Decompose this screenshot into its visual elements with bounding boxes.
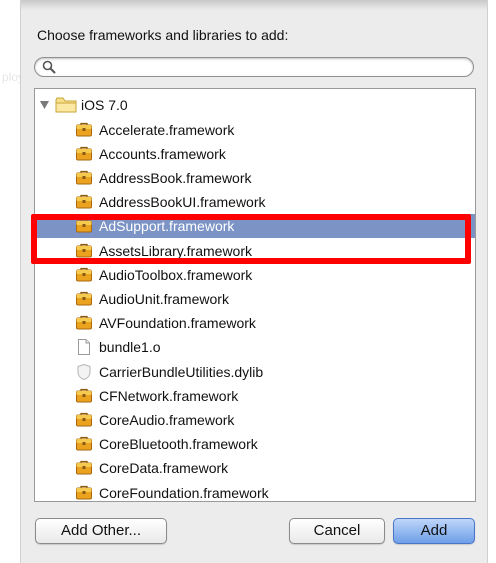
list-item[interactable]: CFNetwork.framework (35, 384, 475, 408)
list-item-label: Accelerate.framework (99, 121, 235, 138)
dylib-shield-icon (77, 363, 91, 380)
list-item[interactable]: AssetsLibrary.framework (35, 239, 475, 263)
list-item-label: AssetsLibrary.framework (99, 242, 253, 259)
framework-toolbox-icon (76, 485, 92, 499)
list-item[interactable]: AdSupport.framework (35, 214, 475, 239)
disclosure-triangle-icon[interactable] (40, 101, 49, 109)
list-item[interactable]: Accelerate.framework (35, 118, 475, 142)
cancel-button[interactable]: Cancel (289, 518, 385, 544)
list-item-label: Accounts.framework (99, 145, 226, 162)
list-item-label: CoreFoundation.framework (99, 484, 269, 501)
list-item-label: AVFoundation.framework (99, 315, 256, 332)
framework-toolbox-icon (76, 219, 92, 233)
list-item[interactable]: Accounts.framework (35, 142, 475, 166)
tree-group-ios[interactable]: iOS 7.0 (35, 93, 475, 117)
framework-toolbox-icon (76, 122, 92, 136)
framework-toolbox-icon (76, 461, 92, 475)
list-item[interactable]: CoreBluetooth.framework (35, 432, 475, 456)
dialog-prompt: Choose frameworks and libraries to add: (37, 27, 289, 43)
list-item[interactable]: CarrierBundleUtilities.dylib (35, 360, 475, 384)
add-other-button[interactable]: Add Other... (35, 518, 167, 544)
sheet-shadow (21, 0, 487, 10)
object-file-icon (78, 339, 90, 356)
search-field[interactable] (34, 57, 474, 77)
search-input[interactable] (59, 59, 463, 77)
framework-toolbox-icon (76, 412, 92, 427)
list-item[interactable]: AVFoundation.framework (35, 311, 475, 335)
list-item-label: AddressBook.framework (99, 169, 252, 186)
list-item[interactable]: AudioUnit.framework (35, 287, 475, 311)
list-item-label: CarrierBundleUtilities.dylib (99, 363, 264, 380)
framework-list[interactable]: iOS 7.0 Accelerate.framework Accounts.fra… (34, 88, 476, 502)
list-item[interactable]: CoreFoundation.framework (35, 481, 475, 502)
list-item[interactable]: bundle1.o (35, 335, 475, 359)
list-item[interactable]: AddressBookUI.framework (35, 190, 475, 214)
list-item[interactable]: AudioToolbox.framework (35, 263, 475, 287)
list-item-label: AddressBookUI.framework (99, 194, 266, 211)
framework-toolbox-icon (76, 388, 92, 403)
framework-toolbox-icon (76, 170, 92, 185)
framework-toolbox-icon (76, 436, 92, 451)
list-item-label: AudioToolbox.framework (99, 266, 253, 283)
list-item[interactable]: CoreAudio.framework (35, 408, 475, 432)
list-item[interactable]: CoreData.framework (35, 456, 475, 480)
framework-toolbox-icon (76, 243, 92, 257)
list-item-label: CoreBluetooth.framework (99, 436, 258, 453)
list-item-label: CoreAudio.framework (99, 411, 235, 428)
framework-toolbox-icon (76, 194, 92, 209)
framework-toolbox-icon (76, 315, 92, 330)
list-item-label: AudioUnit.framework (99, 290, 229, 307)
framework-toolbox-icon (76, 267, 92, 282)
magnifier-icon (42, 60, 56, 74)
add-button[interactable]: Add (393, 518, 475, 544)
list-item-label: CFNetwork.framework (99, 387, 239, 404)
list-item-label: CoreData.framework (99, 460, 229, 477)
framework-toolbox-icon (76, 291, 92, 306)
folder-icon (55, 97, 77, 113)
list-item-label: bundle1.o (99, 339, 161, 356)
tree-group-label: iOS 7.0 (81, 97, 128, 113)
list-item-label: AdSupport.framework (99, 218, 235, 235)
framework-toolbox-icon (76, 146, 92, 161)
list-item[interactable]: AddressBook.framework (35, 166, 475, 190)
